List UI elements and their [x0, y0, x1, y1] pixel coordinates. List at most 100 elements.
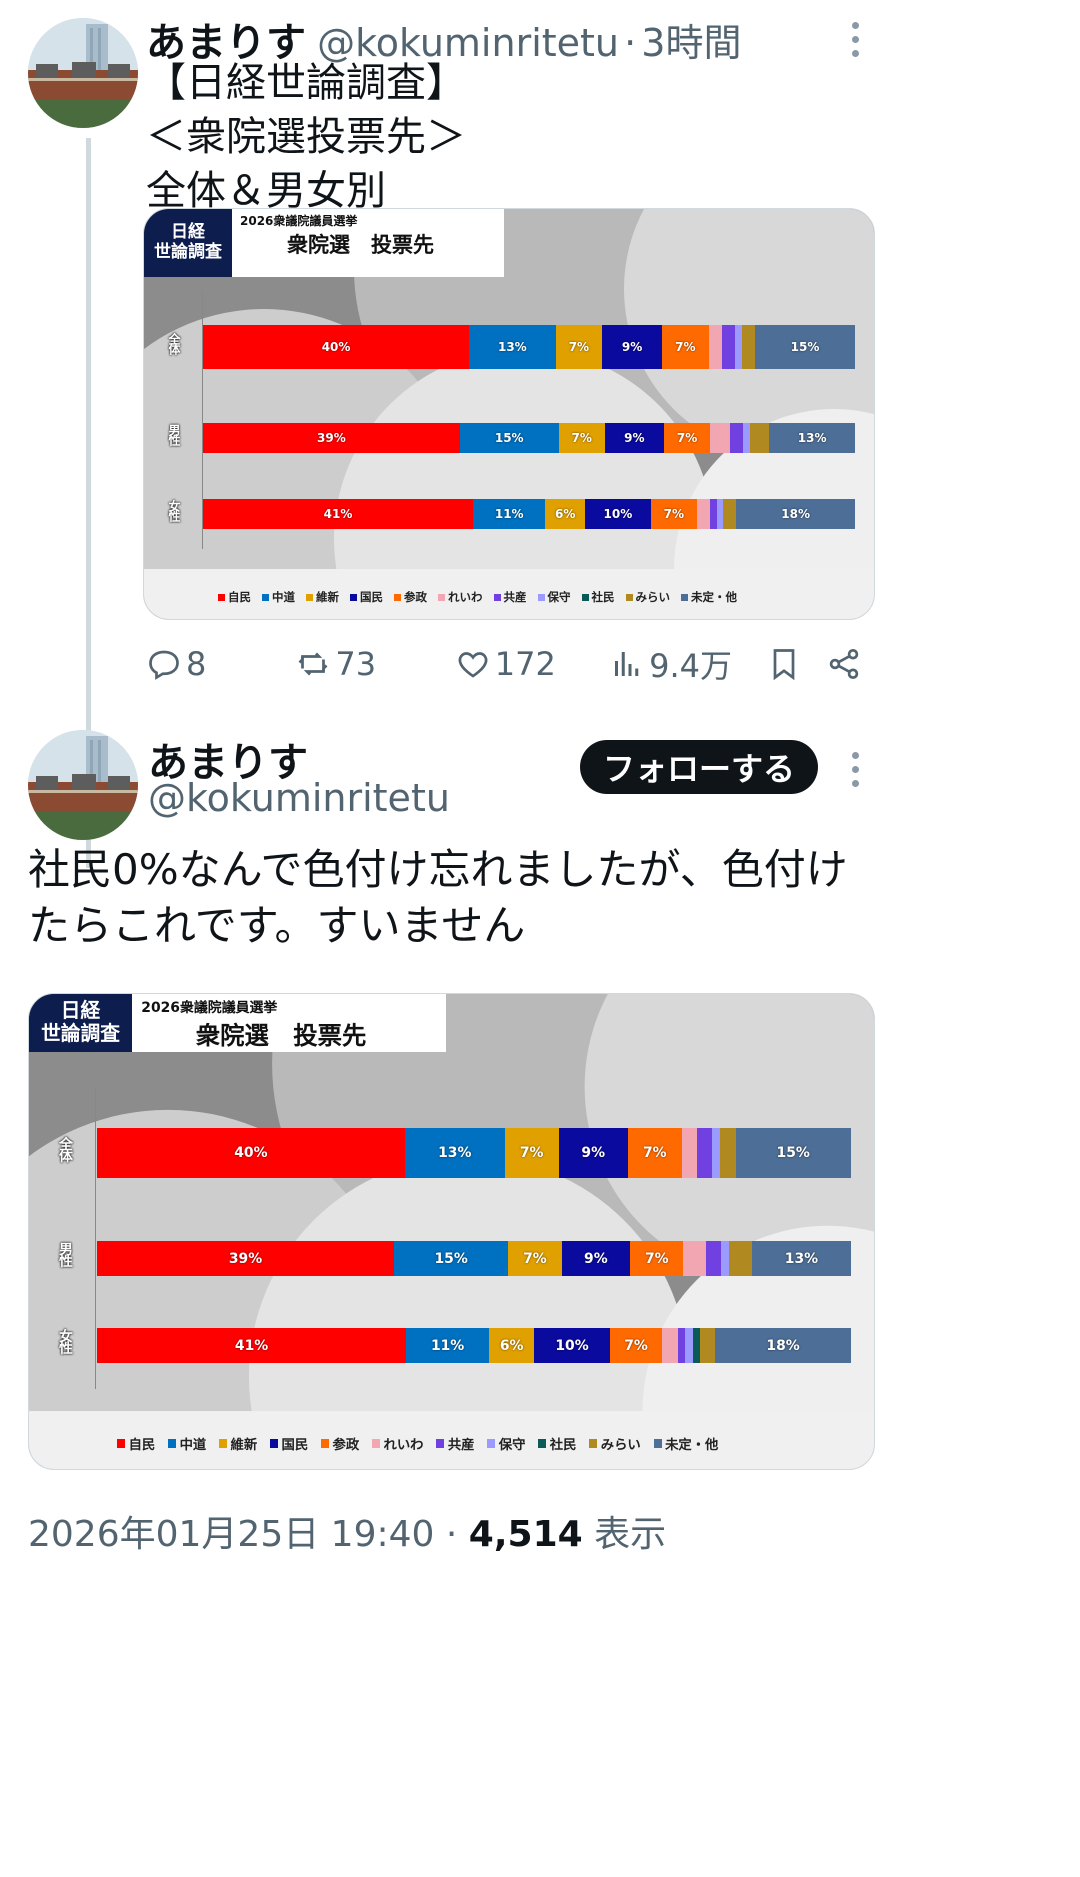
bar-segment: 6% [489, 1328, 535, 1363]
legend-swatch [493, 593, 501, 601]
bar-segment: 39% [203, 423, 460, 453]
views-button[interactable]: 9.4万 [609, 641, 766, 687]
chart-title: 衆院選 投票先 [287, 233, 434, 257]
legend-item: れいわ [438, 589, 483, 605]
row-label: 全体 [57, 1136, 73, 1161]
reply-button[interactable]: 8 [146, 645, 295, 683]
chart-image[interactable]: 日経 世論調査 2026衆議院議員選挙 衆院選 投票先 全体 40% 13% 7% 9% 7% 15… [28, 993, 875, 1470]
bar-segment: 7% [555, 325, 603, 369]
more-options-icon[interactable] [852, 752, 860, 787]
avatar[interactable] [28, 18, 138, 128]
chart-legend: 自民 中道 維新 国民 参政 れいわ 共産 保守 社民 みらい 未定・他 [218, 589, 737, 605]
retweet-button[interactable]: 73 [295, 645, 454, 683]
stacked-bar: 40% 13% 7% 9% 7% 15% [203, 325, 855, 369]
legend-swatch [681, 593, 688, 601]
view-count: 4,514 [468, 1514, 583, 1555]
legend-label: れいわ [383, 1438, 424, 1453]
bar-segment [735, 325, 742, 369]
bar-segment [710, 423, 730, 453]
legend-swatch [117, 1439, 126, 1448]
bar-segment [721, 1241, 730, 1276]
view-count: 9.4万 [649, 647, 732, 685]
legend-item: 国民 [350, 589, 383, 605]
legend-swatch [438, 593, 445, 601]
legend-swatch [538, 1439, 547, 1448]
bar-segment: 13% [751, 1241, 851, 1276]
source-tag: 日経 世論調査 [29, 994, 132, 1052]
bar-segment [729, 1241, 752, 1276]
bar-segment [708, 325, 722, 369]
source-tag: 日経 世論調査 [144, 209, 232, 277]
stacked-bar: 41% 11% 6% 10% 7% 18% [97, 1328, 851, 1363]
legend-item: 自民 [117, 1434, 155, 1453]
chart-subtitle: 2026衆議院議員選挙 [141, 1000, 278, 1017]
chart-image[interactable]: 日経 世論調査 2026衆議院議員選挙 衆院選 投票先 全体 40% 13% 7% 9% 7% 15… [143, 208, 875, 620]
bar-segment: 11% [406, 1328, 490, 1363]
user-handle[interactable]: @kokuminritetu [148, 776, 450, 820]
row-label: 全体 [167, 333, 181, 353]
bar-segment: 7% [558, 423, 605, 453]
bar-segment: 7% [650, 499, 697, 529]
bar-segment: 41% [97, 1328, 407, 1363]
stacked-bar: 39% 15% 7% 9% 7% 13% [203, 423, 855, 453]
follow-button[interactable]: フォローする [580, 740, 818, 794]
bar-segment: 6% [545, 499, 585, 529]
bar-segment [696, 499, 711, 529]
legend-item: みらい [589, 1434, 641, 1453]
legend-label: 自民 [228, 590, 251, 604]
bar-segment: 11% [473, 499, 546, 529]
chart-title-box: 2026衆議院議員選挙 衆院選 投票先 [132, 994, 446, 1052]
legend-label: れいわ [448, 590, 483, 604]
avatar[interactable] [28, 730, 138, 840]
source-tag-line2: 世論調査 [154, 242, 222, 262]
bar-segment: 10% [584, 499, 651, 529]
reply-icon [149, 650, 179, 680]
bar-segment: 40% [97, 1128, 405, 1178]
row-label: 男性 [57, 1242, 73, 1267]
legend-swatch [625, 593, 633, 601]
bar-segment: 39% [97, 1241, 395, 1276]
bar-segment [685, 1328, 693, 1363]
chart-axis [95, 1089, 96, 1389]
chart-subtitle: 2026衆議院議員選挙 [240, 214, 358, 228]
bar-segment: 15% [459, 423, 559, 453]
bar-segment: 7% [630, 1241, 684, 1276]
bar-segment: 7% [662, 325, 709, 369]
bar-segment: 15% [394, 1241, 509, 1276]
bar-segment: 9% [561, 1241, 631, 1276]
legend-label: 中道 [272, 590, 295, 604]
bar-segment: 13% [404, 1128, 505, 1178]
bar-segment [721, 325, 736, 369]
like-count: 172 [494, 645, 556, 683]
bar-segment [681, 1128, 698, 1178]
more-options-icon[interactable] [852, 22, 860, 57]
source-tag-line2: 世論調査 [41, 1022, 120, 1045]
legend-swatch [320, 1439, 330, 1448]
legend-swatch [436, 1439, 445, 1448]
legend-label: 未定・他 [665, 1438, 719, 1453]
legend-label: 中道 [179, 1438, 207, 1453]
legend-label: 社民 [591, 590, 615, 604]
legend-swatch [269, 1439, 279, 1448]
legend-label: 維新 [230, 1438, 258, 1453]
bar-segment [697, 1128, 713, 1178]
legend-item: 共産 [436, 1434, 474, 1453]
bar-segment: 7% [504, 1128, 559, 1178]
reply-count: 8 [186, 645, 207, 683]
legend-swatch [306, 593, 313, 601]
bar-segment: 9% [604, 423, 664, 453]
like-button[interactable]: 172 [455, 645, 609, 683]
bar-segment [662, 1328, 678, 1363]
legend-item: 中道 [167, 1434, 207, 1453]
bar-segment: 13% [469, 325, 556, 369]
bar-segment [749, 423, 770, 453]
legend-item: 国民 [269, 1434, 308, 1453]
bookmark-button[interactable] [766, 646, 826, 682]
bar-segment [720, 1128, 736, 1178]
retweet-icon [298, 652, 328, 676]
share-button[interactable] [826, 646, 866, 682]
tweet-date[interactable]: 2026年01月25日 19:40 [28, 1514, 434, 1555]
legend-swatch [581, 593, 589, 601]
bar-segment: 40% [203, 325, 470, 369]
bar-segment [729, 423, 743, 453]
